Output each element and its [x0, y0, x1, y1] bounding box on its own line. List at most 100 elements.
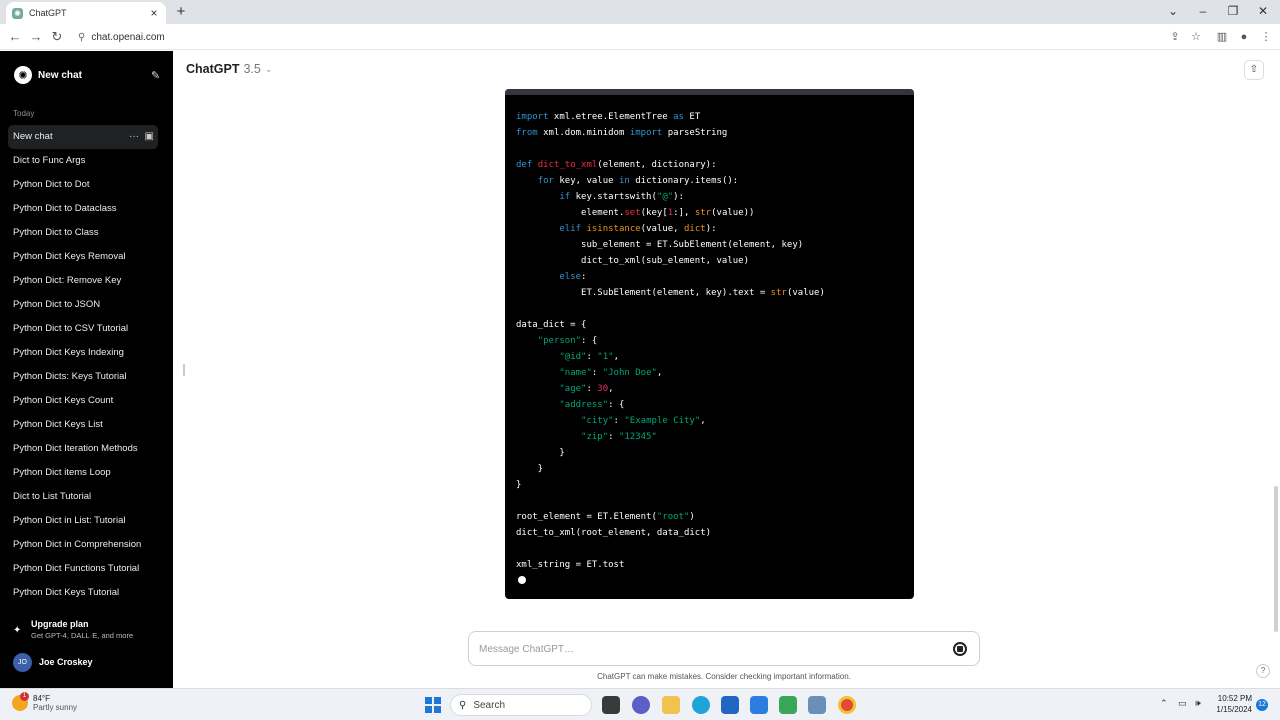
- window-close-icon[interactable]: ✕: [1248, 0, 1278, 24]
- profile-icon[interactable]: ●: [1235, 28, 1253, 46]
- spreadsheet-app-icon[interactable]: [779, 696, 797, 714]
- tab-title: ChatGPT: [29, 8, 67, 18]
- chat-history-list: New chat ··· ▣ Dict to Func Args Python …: [8, 125, 158, 605]
- vscode-icon[interactable]: [750, 696, 768, 714]
- edge-browser-icon[interactable]: [692, 696, 710, 714]
- volume-icon[interactable]: 🕪: [1195, 698, 1201, 709]
- search-label: Search: [473, 699, 506, 711]
- clock-date: 1/15/2024: [1216, 705, 1252, 714]
- sidebar-item[interactable]: Python Dict to CSV Tutorial: [8, 317, 158, 341]
- scrollbar[interactable]: [1274, 486, 1278, 632]
- browser-tab[interactable]: ✺ ChatGPT ×: [6, 2, 166, 24]
- minimize-icon[interactable]: –: [1188, 0, 1218, 24]
- upgrade-plan-button[interactable]: ✦ Upgrade plan Get GPT-4, DALL·E, and mo…: [13, 619, 163, 645]
- sidebar-item[interactable]: Python Dict Keys Count: [8, 389, 158, 413]
- code-line: root_element = ET.Element("root"): [516, 512, 695, 522]
- taskbar: 1 84°F Partly sunny ⚲ Search ⌃ ▭ 🕪 10:52…: [0, 688, 1280, 720]
- sidebar-item[interactable]: Python Dict Keys Removal: [8, 245, 158, 269]
- streaming-cursor: [518, 576, 526, 584]
- system-clock[interactable]: 10:52 PM 1/15/2024: [1212, 694, 1252, 714]
- site-info-icon[interactable]: ⚲: [78, 32, 85, 43]
- sidebar-item[interactable]: Python Dict Keys Indexing: [8, 341, 158, 365]
- sidebar-item[interactable]: Python Dict Functions Tutorial: [8, 557, 158, 581]
- help-icon[interactable]: ?: [1256, 664, 1270, 678]
- code-line: from xml.dom.minidom import parseString: [516, 128, 728, 138]
- code-line: }: [516, 448, 565, 458]
- side-panel-icon[interactable]: ▥: [1213, 28, 1231, 46]
- user-menu[interactable]: JO Joe Croskey: [13, 651, 163, 673]
- code-line: }: [516, 464, 544, 474]
- archive-icon[interactable]: ▣: [145, 131, 154, 142]
- sidebar-item[interactable]: Python Dict in Comprehension: [8, 533, 158, 557]
- more-options-icon[interactable]: ···: [129, 131, 139, 142]
- code-line: if key.startswith("@"):: [559, 192, 685, 202]
- chat-app-icon[interactable]: [632, 696, 650, 714]
- network-icon[interactable]: ▭: [1178, 698, 1187, 709]
- windows-start-icon[interactable]: [425, 697, 441, 713]
- sidebar-item[interactable]: Dict to List Tutorial: [8, 485, 158, 509]
- code-line: "@id": "1",: [559, 352, 619, 362]
- sidebar-item[interactable]: Python Dict: Remove Key: [8, 269, 158, 293]
- sidebar-item[interactable]: Python Dict to Dataclass: [8, 197, 158, 221]
- url-field[interactable]: ⚲ chat.openai.com: [72, 27, 1264, 47]
- address-bar: ← → ↻ ⚲ chat.openai.com ⇪ ☆ ▥ ● ⋮: [0, 24, 1280, 50]
- edit-icon[interactable]: ✎: [151, 69, 165, 82]
- sidebar-item[interactable]: Python Dict to Class: [8, 221, 158, 245]
- code-line: ET.SubElement(element, key).text = str(v…: [516, 288, 825, 298]
- notification-badge[interactable]: 12: [1256, 699, 1268, 711]
- stop-generating-button[interactable]: [953, 642, 967, 656]
- openai-logo-icon: ✺: [14, 66, 32, 84]
- taskbar-search[interactable]: ⚲ Search: [450, 694, 592, 716]
- share-chat-button[interactable]: ⇧: [1244, 60, 1264, 80]
- message-composer: [468, 631, 980, 666]
- user-name: Joe Croskey: [39, 657, 93, 667]
- history-section-title: Today: [13, 109, 35, 118]
- weather-icon: 1: [12, 692, 29, 711]
- tray-chevron-icon[interactable]: ⌃: [1160, 698, 1168, 709]
- chatgpt-favicon-icon: ✺: [12, 7, 23, 19]
- bookmark-star-icon[interactable]: ☆: [1187, 28, 1205, 46]
- sidebar: ✺ New chat ✎ Today New chat ··· ▣ Dict t…: [0, 51, 173, 688]
- tab-search-icon[interactable]: ⌄: [1158, 0, 1188, 24]
- sidebar-item[interactable]: New chat ··· ▣: [8, 125, 158, 149]
- code-block: import xml.etree.ElementTree as ET from …: [505, 89, 914, 599]
- chevron-down-icon: ⌄: [264, 63, 273, 74]
- code-line: "name": "John Doe",: [559, 368, 663, 378]
- store-icon[interactable]: [721, 696, 739, 714]
- close-tab-icon[interactable]: ×: [148, 6, 160, 20]
- message-input[interactable]: [479, 641, 929, 657]
- forward-icon[interactable]: →: [27, 28, 45, 46]
- file-explorer-icon[interactable]: [662, 696, 680, 714]
- sidebar-item[interactable]: Python Dict Keys List: [8, 413, 158, 437]
- code-line: element.set(key[1:], str(value)): [516, 208, 755, 218]
- new-chat-button[interactable]: ✺ New chat ✎: [8, 63, 165, 87]
- code-line: "zip": "12345": [581, 432, 657, 442]
- sidebar-item[interactable]: Python Dict items Loop: [8, 461, 158, 485]
- new-chat-label: New chat: [38, 69, 82, 81]
- browser-menu-icon[interactable]: ⋮: [1257, 28, 1275, 46]
- sidebar-item[interactable]: Python Dict Iteration Methods: [8, 437, 158, 461]
- browser-tab-bar: ✺ ChatGPT × + ⌄ – ❐ ✕: [0, 0, 1280, 24]
- code-line: data_dict = {: [516, 320, 587, 330]
- sidebar-item[interactable]: Python Dict to Dot: [8, 173, 158, 197]
- weather-badge: 1: [20, 692, 29, 701]
- task-view-icon[interactable]: [602, 696, 620, 714]
- restore-icon[interactable]: ❐: [1218, 0, 1248, 24]
- sidebar-collapse-handle[interactable]: [183, 364, 185, 376]
- chrome-icon[interactable]: [838, 696, 856, 714]
- code-line: dict_to_xml(root_element, data_dict): [516, 528, 712, 538]
- sidebar-item[interactable]: Python Dict to JSON: [8, 293, 158, 317]
- sidebar-item[interactable]: Dict to Func Args: [8, 149, 158, 173]
- back-icon[interactable]: ←: [6, 28, 24, 46]
- reload-icon[interactable]: ↻: [48, 28, 66, 46]
- code-line: dict_to_xml(sub_element, value): [516, 256, 749, 266]
- network-app-icon[interactable]: [808, 696, 826, 714]
- sidebar-item[interactable]: Python Dicts: Keys Tutorial: [8, 365, 158, 389]
- model-selector[interactable]: ChatGPT 3.5 ⌄: [186, 62, 272, 76]
- sidebar-item[interactable]: Python Dict Keys Tutorial: [8, 581, 158, 605]
- new-tab-icon[interactable]: +: [172, 3, 190, 21]
- sidebar-item[interactable]: Python Dict in List: Tutorial: [8, 509, 158, 533]
- weather-widget[interactable]: 1 84°F Partly sunny: [12, 692, 77, 712]
- share-page-icon[interactable]: ⇪: [1166, 28, 1184, 46]
- model-name: ChatGPT: [186, 62, 240, 76]
